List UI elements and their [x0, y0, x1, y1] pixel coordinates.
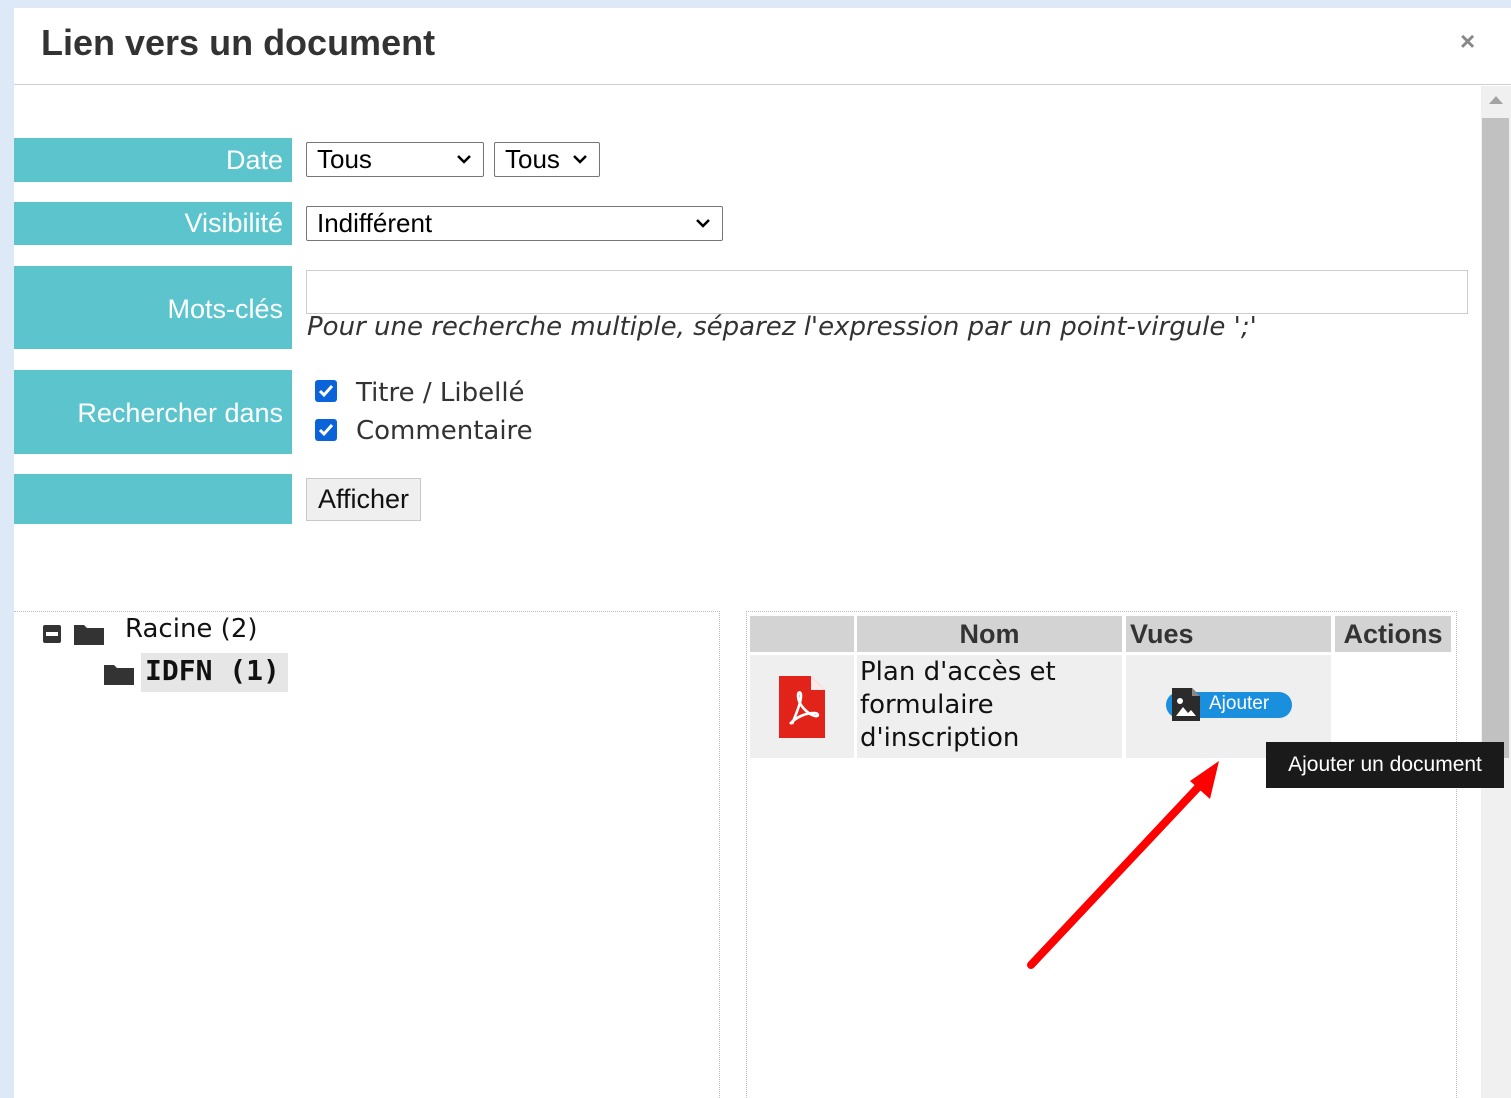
check-icon: [318, 385, 334, 398]
add-document-label: Ajouter: [1209, 693, 1270, 714]
date-select-primary[interactable]: Tous: [306, 142, 484, 177]
chevron-down-icon: [457, 155, 471, 164]
visibility-label: Visibilité: [14, 202, 292, 245]
tree-root-label[interactable]: Racine (2): [125, 614, 258, 644]
keywords-hint: Pour une recherche multiple, séparez l'e…: [307, 312, 1257, 342]
minus-square-icon[interactable]: [42, 624, 62, 644]
pdf-file-icon[interactable]: [777, 674, 827, 740]
scrollbar-thumb[interactable]: [1482, 118, 1509, 758]
annotation-arrow-icon: [1027, 761, 1219, 969]
tree-child-label[interactable]: IDFN (1): [145, 654, 280, 687]
column-header-icon: [750, 616, 854, 652]
search-in-label: Rechercher dans: [14, 370, 292, 454]
document-name[interactable]: Plan d'accès et formulaire d'inscription: [860, 656, 1100, 755]
afficher-button[interactable]: Afficher: [306, 478, 421, 521]
title-checkbox-label: Titre / Libellé: [356, 378, 525, 408]
title-checkbox[interactable]: [315, 380, 337, 402]
column-header-actions: Actions: [1335, 616, 1451, 652]
folder-icon: [74, 625, 104, 645]
link-document-dialog: Lien vers un document × Date Tous Tous V…: [14, 8, 1511, 1098]
scroll-up-arrow-icon[interactable]: [1489, 96, 1503, 104]
date-select-secondary[interactable]: Tous: [494, 142, 600, 177]
submit-row-label: [14, 474, 292, 524]
close-button[interactable]: ×: [1460, 26, 1475, 57]
column-header-views[interactable]: Vues: [1126, 616, 1331, 652]
visibility-select[interactable]: Indifférent: [306, 206, 723, 241]
visibility-select-value: Indifférent: [317, 208, 433, 238]
date-label: Date: [14, 138, 292, 182]
keywords-input[interactable]: [306, 270, 1468, 314]
chevron-down-icon: [573, 155, 587, 164]
keywords-label: Mots-clés: [14, 266, 292, 349]
check-icon: [318, 424, 334, 437]
date-select-secondary-value: Tous: [505, 144, 560, 174]
tooltip: Ajouter un document: [1266, 742, 1504, 788]
date-select-primary-value: Tous: [317, 144, 372, 174]
folder-icon: [104, 665, 134, 685]
dialog-header: Lien vers un document ×: [14, 8, 1511, 85]
dialog-title: Lien vers un document: [41, 22, 436, 63]
image-add-icon: [1172, 688, 1200, 721]
column-header-name[interactable]: Nom: [857, 616, 1122, 652]
comment-checkbox-label: Commentaire: [356, 416, 533, 446]
comment-checkbox[interactable]: [315, 419, 337, 441]
chevron-down-icon: [696, 219, 710, 228]
